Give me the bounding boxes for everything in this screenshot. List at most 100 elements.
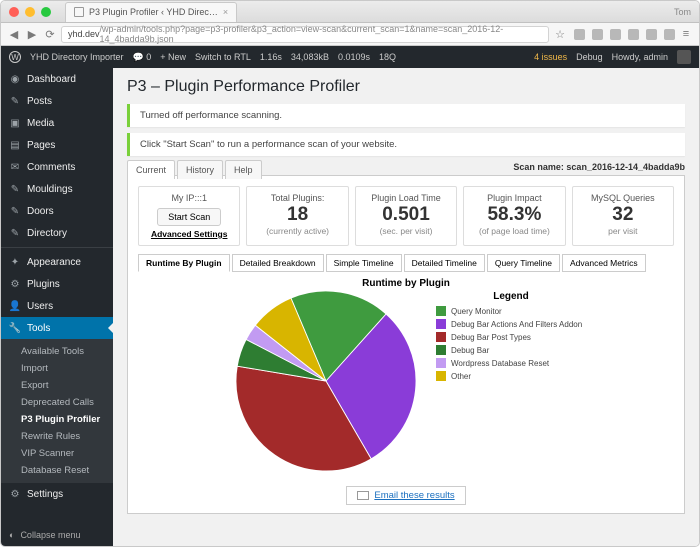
extension-icon[interactable] bbox=[592, 29, 603, 40]
timing-4: 18Q bbox=[379, 52, 396, 62]
sidebar-sub-import[interactable]: Import bbox=[1, 360, 113, 377]
sidebar-sub-available-tools[interactable]: Available Tools bbox=[1, 343, 113, 360]
comments-icon[interactable]: 💬 0 bbox=[133, 52, 152, 63]
sidebar-item-media[interactable]: ▣Media bbox=[1, 112, 113, 134]
legend-swatch bbox=[436, 319, 446, 329]
extension-icon[interactable] bbox=[664, 29, 675, 40]
legend-item: Wordpress Database Reset bbox=[436, 358, 586, 368]
profiler-tabs: CurrentHistoryHelp Scan name: scan_2016-… bbox=[127, 162, 685, 175]
scan-name: Scan name: scan_2016-12-14_4badda9b bbox=[513, 162, 685, 175]
pie-chart bbox=[236, 291, 416, 471]
subtab-runtime-by-plugin[interactable]: Runtime By Plugin bbox=[138, 254, 230, 272]
metric-total-plugins: Total Plugins: 18 (currently active) bbox=[246, 186, 348, 246]
legend-swatch bbox=[436, 358, 446, 368]
sidebar-sub-p3-plugin-profiler[interactable]: P3 Plugin Profiler bbox=[1, 411, 113, 428]
profiler-tab-history[interactable]: History bbox=[177, 160, 223, 179]
notice-start-scan: Click "Start Scan" to run a performance … bbox=[127, 133, 685, 156]
main-content: P3 – Plugin Performance Profiler Turned … bbox=[113, 68, 699, 546]
pages-icon: ▤ bbox=[9, 139, 21, 151]
menu-icon[interactable]: ≡ bbox=[679, 28, 693, 40]
legend-swatch bbox=[436, 345, 446, 355]
reload-button[interactable]: ⟳ bbox=[43, 28, 57, 41]
sidebar-item-dashboard[interactable]: ◉Dashboard bbox=[1, 68, 113, 90]
page-title: P3 – Plugin Performance Profiler bbox=[127, 78, 685, 96]
browser-tab-title: P3 Plugin Profiler ‹ YHD Direc… bbox=[89, 7, 218, 17]
media-icon: ▣ bbox=[9, 117, 21, 129]
collapse-label: Collapse menu bbox=[20, 530, 80, 540]
metric-plugin-impact: Plugin Impact 58.3% (of page load time) bbox=[463, 186, 565, 246]
email-results-link[interactable]: Email these results bbox=[346, 486, 465, 505]
sidebar-item-pages[interactable]: ▤Pages bbox=[1, 134, 113, 156]
new-button[interactable]: + New bbox=[160, 52, 186, 62]
browser-tab[interactable]: P3 Plugin Profiler ‹ YHD Direc… × bbox=[65, 2, 237, 22]
extension-icon[interactable] bbox=[646, 29, 657, 40]
howdy[interactable]: Howdy, admin bbox=[612, 52, 668, 62]
forward-button[interactable]: ▶ bbox=[25, 28, 39, 41]
close-icon[interactable] bbox=[9, 7, 19, 17]
bookmark-icon[interactable]: ☆ bbox=[553, 28, 567, 41]
subtab-query-timeline[interactable]: Query Timeline bbox=[487, 254, 560, 272]
chart-subtabs: Runtime By PluginDetailed BreakdownSimpl… bbox=[138, 254, 674, 272]
avatar[interactable] bbox=[677, 50, 691, 64]
legend-item: Debug Bar bbox=[436, 345, 586, 355]
address-path: /wp-admin/tools.php?page=p3-profiler&p3_… bbox=[100, 24, 542, 44]
sidebar-sub-deprecated-calls[interactable]: Deprecated Calls bbox=[1, 394, 113, 411]
wp-logo-icon[interactable]: W bbox=[9, 51, 21, 63]
subtab-detailed-breakdown[interactable]: Detailed Breakdown bbox=[232, 254, 324, 272]
address-host: yhd.dev bbox=[68, 29, 100, 39]
profiler-tab-current[interactable]: Current bbox=[127, 160, 175, 179]
sidebar-item-settings[interactable]: ⚙Settings bbox=[1, 483, 113, 505]
chart-legend: Legend Query MonitorDebug Bar Actions An… bbox=[436, 291, 586, 476]
issues-link[interactable]: 4 issues bbox=[534, 52, 567, 62]
wp-admin-bar: W YHD Directory Importer 💬 0 + New Switc… bbox=[1, 46, 699, 68]
directory-icon: ✎ bbox=[9, 227, 21, 239]
sidebar-item-directory[interactable]: ✎Directory bbox=[1, 222, 113, 244]
window-titlebar: P3 Plugin Profiler ‹ YHD Direc… × Tom bbox=[1, 1, 699, 23]
back-button[interactable]: ◀ bbox=[7, 28, 21, 41]
address-bar[interactable]: yhd.dev /wp-admin/tools.php?page=p3-prof… bbox=[61, 26, 549, 43]
extension-icon[interactable] bbox=[628, 29, 639, 40]
tools-icon: 🔧 bbox=[9, 322, 21, 334]
subtab-simple-timeline[interactable]: Simple Timeline bbox=[326, 254, 402, 272]
sidebar-item-plugins[interactable]: ⚙Plugins bbox=[1, 273, 113, 295]
sidebar-sub-export[interactable]: Export bbox=[1, 377, 113, 394]
page-icon bbox=[74, 7, 84, 17]
profiler-panel: My IP:::1 Start Scan Advanced Settings T… bbox=[127, 175, 685, 514]
email-label: Email these results bbox=[374, 490, 454, 501]
debug-link[interactable]: Debug bbox=[576, 52, 603, 62]
site-name[interactable]: YHD Directory Importer bbox=[30, 52, 124, 62]
posts-icon: ✎ bbox=[9, 95, 21, 107]
chart-title: Runtime by Plugin bbox=[138, 278, 674, 289]
collapse-menu-button[interactable]: ◐ Collapse menu bbox=[1, 524, 113, 546]
legend-title: Legend bbox=[436, 291, 586, 302]
switch-rtl-button[interactable]: Switch to RTL bbox=[195, 52, 251, 62]
metric-mysql-queries: MySQL Queries 32 per visit bbox=[572, 186, 674, 246]
sidebar-item-comments[interactable]: ✉Comments bbox=[1, 156, 113, 178]
extension-icon[interactable] bbox=[574, 29, 585, 40]
legend-item: Debug Bar Actions And Filters Addon bbox=[436, 319, 586, 329]
start-scan-button[interactable]: Start Scan bbox=[157, 208, 221, 226]
metric-load-time: Plugin Load Time 0.501 (sec. per visit) bbox=[355, 186, 457, 246]
subtab-detailed-timeline[interactable]: Detailed Timeline bbox=[404, 254, 485, 272]
sidebar-item-posts[interactable]: ✎Posts bbox=[1, 90, 113, 112]
sidebar-sub-vip-scanner[interactable]: VIP Scanner bbox=[1, 445, 113, 462]
sidebar-item-users[interactable]: 👤Users bbox=[1, 295, 113, 317]
dashboard-icon: ◉ bbox=[9, 73, 21, 85]
appearance-icon: ✦ bbox=[9, 256, 21, 268]
close-tab-icon[interactable]: × bbox=[223, 7, 228, 17]
sidebar-item-mouldings[interactable]: ✎Mouldings bbox=[1, 178, 113, 200]
my-ip-label: My IP:::1 bbox=[143, 193, 235, 203]
sidebar-item-appearance[interactable]: ✦Appearance bbox=[1, 251, 113, 273]
sidebar-sub-rewrite-rules[interactable]: Rewrite Rules bbox=[1, 428, 113, 445]
maximize-icon[interactable] bbox=[41, 7, 51, 17]
metric-scan: My IP:::1 Start Scan Advanced Settings bbox=[138, 186, 240, 246]
sidebar-sub-database-reset[interactable]: Database Reset bbox=[1, 462, 113, 479]
subtab-advanced-metrics[interactable]: Advanced Metrics bbox=[562, 254, 646, 272]
mouldings-icon: ✎ bbox=[9, 183, 21, 195]
advanced-settings-link[interactable]: Advanced Settings bbox=[143, 229, 235, 239]
sidebar-item-tools[interactable]: 🔧Tools bbox=[1, 317, 113, 339]
minimize-icon[interactable] bbox=[25, 7, 35, 17]
extension-icon[interactable] bbox=[610, 29, 621, 40]
sidebar-item-doors[interactable]: ✎Doors bbox=[1, 200, 113, 222]
profiler-tab-help[interactable]: Help bbox=[225, 160, 262, 179]
